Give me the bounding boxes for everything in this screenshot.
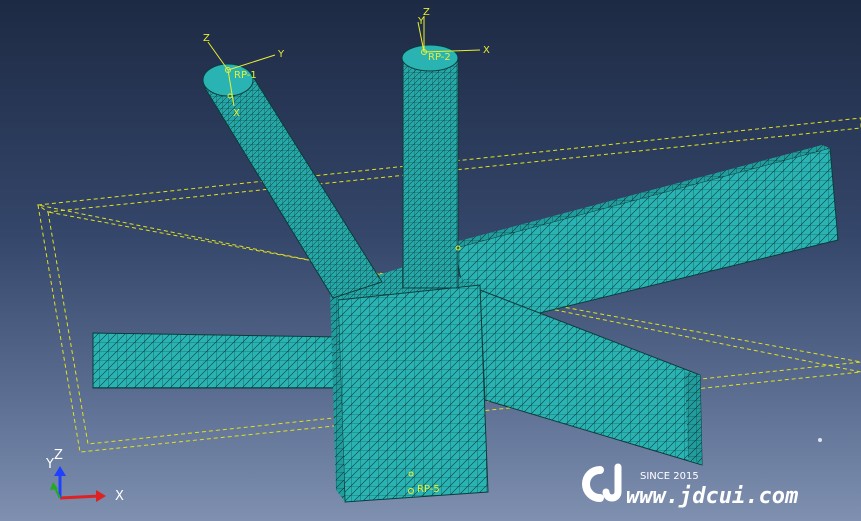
watermark-url: www.jdcui.com [626, 484, 798, 509]
watermark-since: SINCE 2015 [640, 471, 699, 482]
inclined-brace[interactable] [202, 63, 383, 299]
joint-column[interactable] [330, 262, 489, 503]
triad-x-label: X [115, 489, 124, 504]
rp-5-label: RP-5 [417, 484, 440, 495]
triad-z-label: Z [54, 448, 63, 463]
watermark: SINCE 2015 www.jdcui.com [582, 463, 798, 509]
right-lower-beam[interactable] [479, 289, 703, 466]
rp-1-axis-x: X [233, 108, 240, 119]
rp-2-axis-y: Y [417, 16, 425, 27]
rp-2-label: RP-2 [428, 52, 451, 63]
watermark-logo [582, 463, 622, 502]
left-beam[interactable] [92, 332, 341, 389]
vertical-post[interactable] [401, 44, 459, 289]
rp-1-label: RP-1 [234, 70, 257, 81]
view-triad: Z Y X [45, 448, 124, 504]
triad-y-label: Y [45, 457, 54, 472]
rp-1-axis-y: Y [277, 49, 285, 60]
rotation-center-dot [818, 438, 822, 442]
model-viewport[interactable]: Z Y X RP-1 Z Y X RP-2 RP-5 Z Y X SINCE 2… [0, 0, 861, 521]
rp-1-axis-z: Z [203, 33, 210, 44]
rp-2-axis-x: X [483, 45, 490, 56]
